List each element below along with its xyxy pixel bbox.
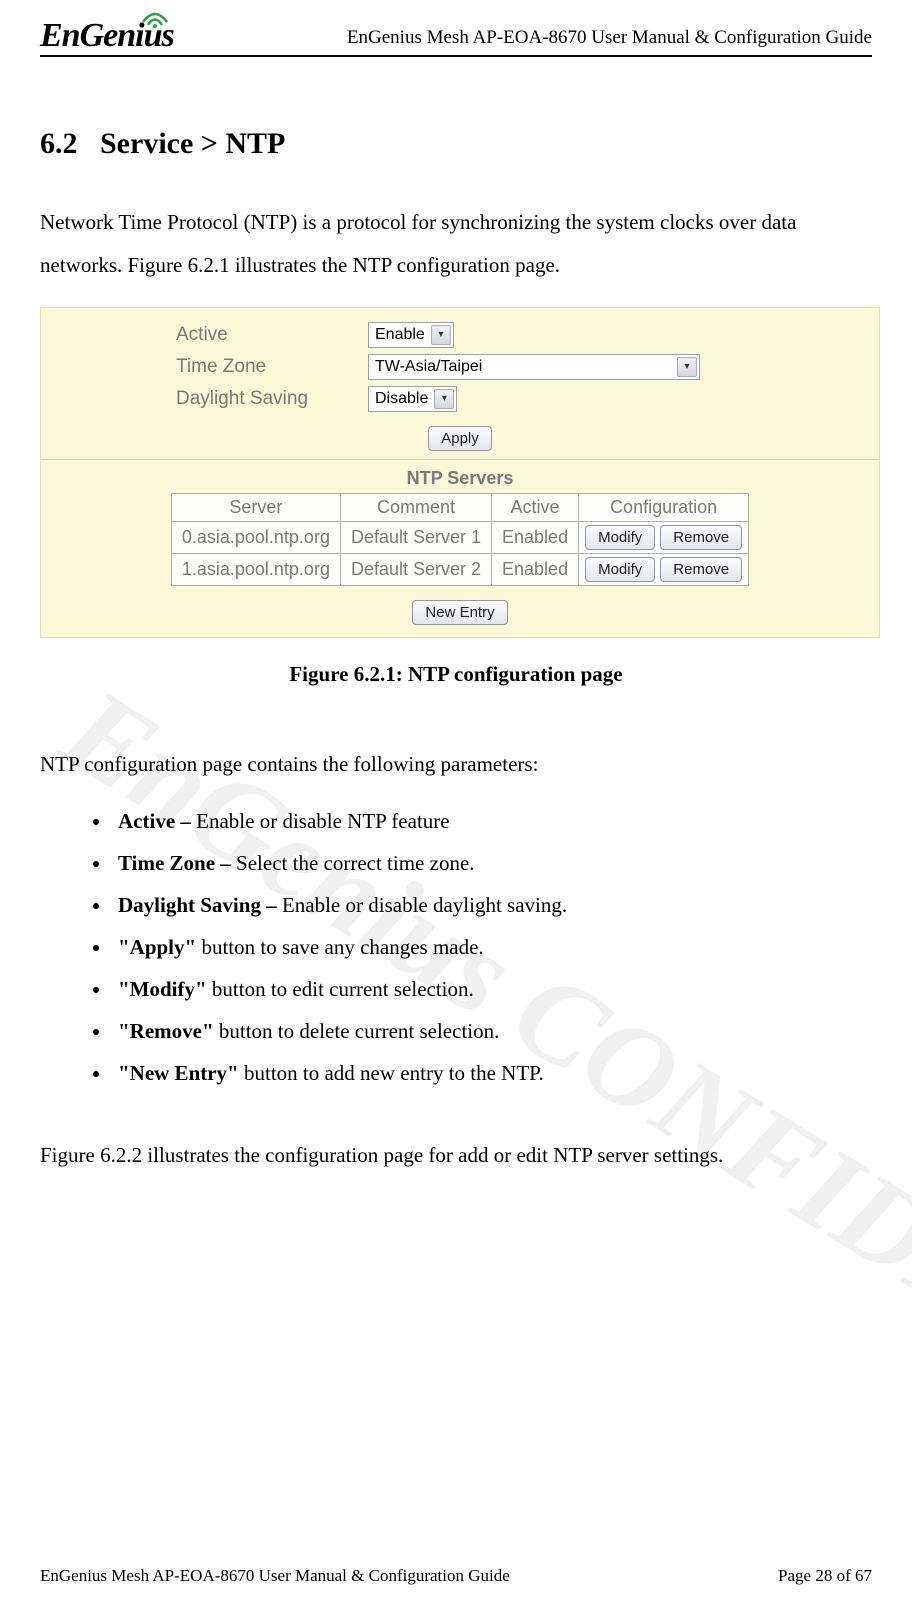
new-entry-button[interactable]: New Entry [412, 600, 507, 625]
ntp-servers-table: Server Comment Active Configuration 0.as… [171, 493, 749, 586]
figure-ntp-config: Active Enable ▾ Time Zone TW-Asia/Taipei… [40, 307, 872, 687]
form-row-daylight: Daylight Saving Disable ▾ [176, 386, 879, 412]
logo-text: EnGenius [40, 22, 174, 51]
label-daylight: Daylight Saving [176, 388, 356, 410]
chevron-down-icon[interactable]: ▾ [431, 325, 451, 345]
cell-comment: Default Server 1 [340, 521, 491, 553]
form-row-active: Active Enable ▾ [176, 322, 879, 348]
footer-right: Page 28 of 67 [778, 1566, 872, 1586]
label-active: Active [176, 324, 356, 346]
cell-config: Modify Remove [579, 521, 749, 553]
list-item: Active – Enable or disable NTP feature [112, 800, 872, 842]
params-list: Active – Enable or disable NTP feature T… [112, 800, 872, 1094]
select-timezone[interactable]: TW-Asia/Taipei ▾ [368, 354, 700, 380]
list-item: Time Zone – Select the correct time zone… [112, 842, 872, 884]
cell-config: Modify Remove [579, 553, 749, 585]
logo: EnGenius [40, 10, 174, 51]
select-active[interactable]: Enable ▾ [368, 322, 454, 348]
label-timezone: Time Zone [176, 356, 356, 378]
list-item: Daylight Saving – Enable or disable dayl… [112, 884, 872, 926]
form-row-timezone: Time Zone TW-Asia/Taipei ▾ [176, 354, 879, 380]
col-comment: Comment [340, 493, 491, 521]
select-daylight[interactable]: Disable ▾ [368, 386, 457, 412]
chevron-down-icon[interactable]: ▾ [434, 389, 454, 409]
list-item: "Remove" button to delete current select… [112, 1010, 872, 1052]
ntp-servers-title: NTP Servers [41, 460, 879, 493]
cell-active: Enabled [492, 521, 579, 553]
header-title: EnGenius Mesh AP-EOA-8670 User Manual & … [347, 27, 872, 51]
section-heading: 6.2 Service > NTP [40, 127, 872, 161]
cell-active: Enabled [492, 553, 579, 585]
list-item: "Apply" button to save any changes made. [112, 926, 872, 968]
table-row: 0.asia.pool.ntp.org Default Server 1 Ena… [171, 521, 748, 553]
chevron-down-icon[interactable]: ▾ [677, 357, 697, 377]
select-daylight-value: Disable [375, 390, 434, 408]
modify-button[interactable]: Modify [585, 525, 655, 550]
intro-paragraph: Network Time Protocol (NTP) is a protoco… [40, 201, 872, 287]
outro-paragraph: Figure 6.2.2 illustrates the configurati… [40, 1134, 872, 1177]
list-item: "New Entry" button to add new entry to t… [112, 1052, 872, 1094]
figure-caption: Figure 6.2.1: NTP configuration page [40, 662, 872, 687]
apply-button[interactable]: Apply [428, 426, 492, 451]
col-server: Server [171, 493, 340, 521]
modify-button[interactable]: Modify [585, 557, 655, 582]
select-timezone-value: TW-Asia/Taipei [375, 358, 488, 376]
page-header: EnGenius EnGenius Mesh AP-EOA-8670 User … [40, 0, 872, 57]
section-number: 6.2 [40, 127, 78, 160]
select-active-value: Enable [375, 326, 431, 344]
cell-server: 1.asia.pool.ntp.org [171, 553, 340, 585]
remove-button[interactable]: Remove [660, 525, 742, 550]
footer-left: EnGenius Mesh AP-EOA-8670 User Manual & … [40, 1566, 510, 1586]
params-intro: NTP configuration page contains the foll… [40, 743, 872, 786]
section-title: Service > NTP [100, 127, 285, 160]
config-panel: Active Enable ▾ Time Zone TW-Asia/Taipei… [40, 307, 880, 638]
col-config: Configuration [579, 493, 749, 521]
cell-server: 0.asia.pool.ntp.org [171, 521, 340, 553]
page-footer: EnGenius Mesh AP-EOA-8670 User Manual & … [40, 1566, 872, 1586]
col-active: Active [492, 493, 579, 521]
list-item: "Modify" button to edit current selectio… [112, 968, 872, 1010]
table-row: 1.asia.pool.ntp.org Default Server 2 Ena… [171, 553, 748, 585]
cell-comment: Default Server 2 [340, 553, 491, 585]
remove-button[interactable]: Remove [660, 557, 742, 582]
